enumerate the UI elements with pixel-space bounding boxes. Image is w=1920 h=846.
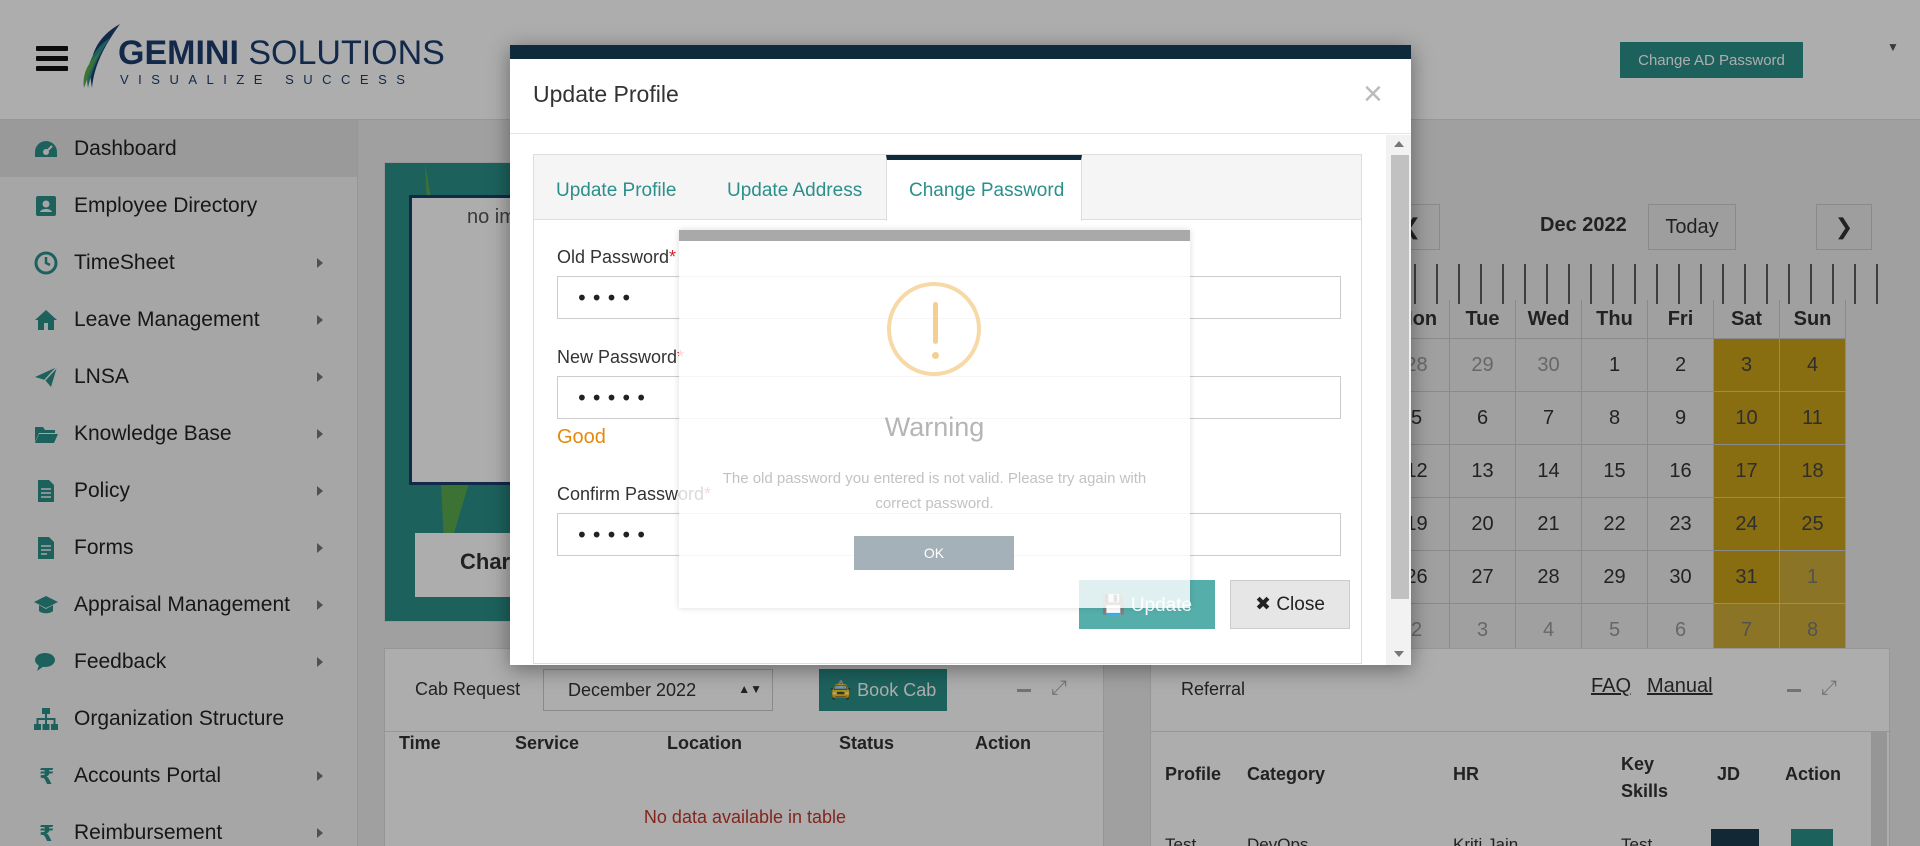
close-icon[interactable]: × xyxy=(1363,77,1383,111)
warning-message: The old password you entered is not vali… xyxy=(722,470,1147,512)
tab-bar: Update Profile Update Address Change Pas… xyxy=(534,155,1361,221)
warning-top-bar xyxy=(679,230,1190,241)
scroll-up-arrow-icon[interactable] xyxy=(1394,141,1404,147)
close-button[interactable]: ✖ Close xyxy=(1230,580,1350,629)
required-asterisk: * xyxy=(669,247,677,267)
modal-scrollbar[interactable] xyxy=(1386,135,1411,665)
scrollbar-thumb[interactable] xyxy=(1391,155,1409,599)
password-strength-indicator: Good xyxy=(557,426,606,448)
tab-update-profile[interactable]: Update Profile xyxy=(556,155,676,220)
modal-header: Update Profile × xyxy=(510,59,1411,134)
warning-ok-button[interactable]: OK xyxy=(854,536,1014,570)
x-icon: ✖ xyxy=(1255,594,1277,615)
modal-top-bar xyxy=(510,45,1411,59)
tab-update-address[interactable]: Update Address xyxy=(727,155,862,220)
warning-dialog: Warning The old password you entered is … xyxy=(679,230,1190,608)
tab-change-password[interactable]: Change Password xyxy=(886,155,1082,221)
new-password-label: New Password* xyxy=(557,347,684,368)
warning-title: Warning xyxy=(884,412,985,442)
warning-exclamation-icon xyxy=(887,282,981,376)
old-password-label: Old Password* xyxy=(557,247,677,267)
modal-title: Update Profile xyxy=(533,81,679,107)
scroll-down-arrow-icon[interactable] xyxy=(1394,651,1404,657)
